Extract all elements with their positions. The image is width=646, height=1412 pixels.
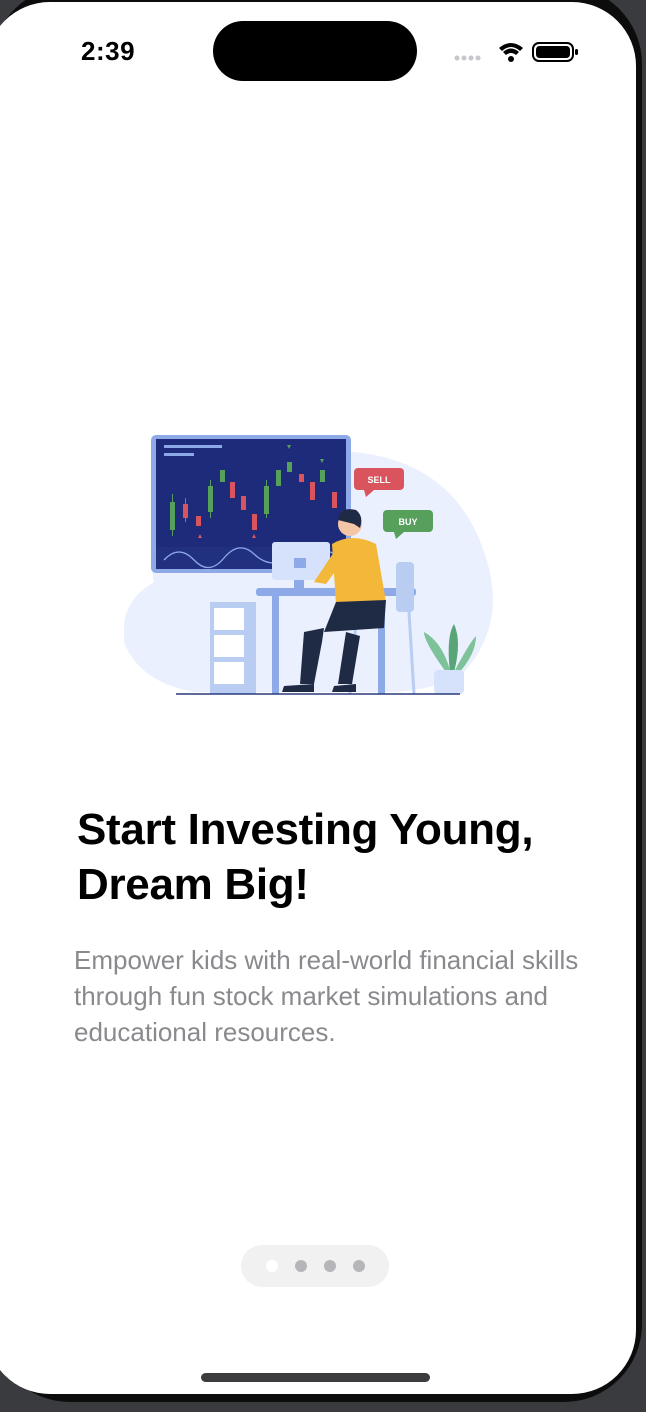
trading-illustration: SELL BUY [124, 435, 493, 695]
onboarding-screen: 2:39 SELL BUY Start Investing Young, Dre… [0, 2, 636, 1394]
page-dot-2[interactable] [294, 1260, 307, 1272]
signal-icon [454, 55, 481, 61]
svg-text:SELL: SELL [367, 475, 391, 485]
dynamic-island [213, 21, 417, 81]
svg-text:BUY: BUY [398, 517, 417, 527]
wifi-icon [499, 43, 523, 62]
status-icons [454, 42, 578, 62]
status-time: 2:39 [81, 36, 136, 66]
home-indicator[interactable] [201, 1373, 430, 1382]
page-dot-3[interactable] [323, 1260, 336, 1272]
onboarding-title: Start Investing Young, Dream Big! [77, 805, 534, 909]
page-indicator[interactable] [241, 1245, 389, 1287]
onboarding-description: Empower kids with real-world financial s… [74, 945, 579, 1047]
page-dot-4[interactable] [352, 1260, 365, 1272]
page-dot-1[interactable] [265, 1260, 278, 1272]
battery-icon [532, 42, 578, 62]
